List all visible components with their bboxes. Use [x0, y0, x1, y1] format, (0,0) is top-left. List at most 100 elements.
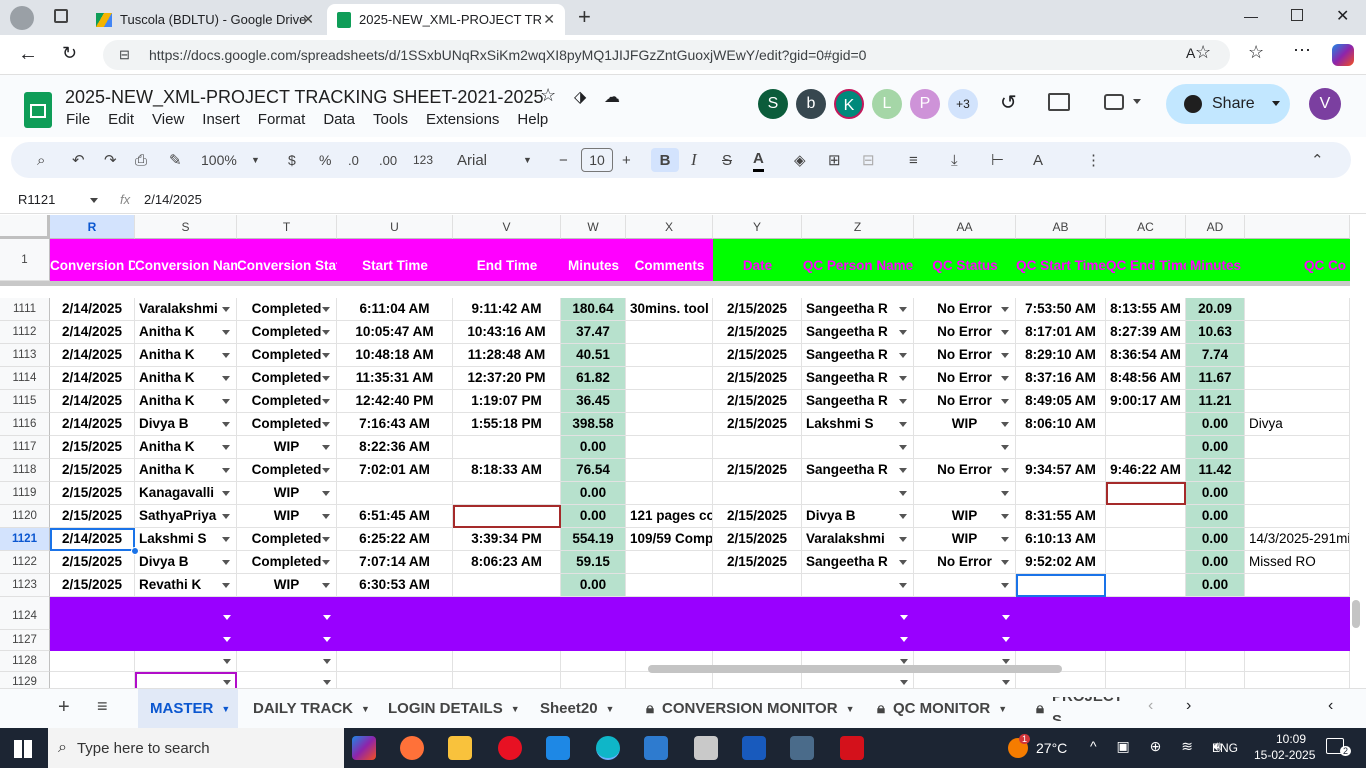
- dropdown-chip-icon[interactable]: [322, 468, 330, 473]
- table-cell[interactable]: 11:35:31 AM: [337, 367, 453, 390]
- dropdown-chip-icon[interactable]: [899, 514, 907, 519]
- table-cell[interactable]: [1106, 551, 1186, 574]
- text-color-icon[interactable]: A: [753, 148, 764, 172]
- increase-decimal[interactable]: .00: [379, 148, 397, 172]
- table-cell[interactable]: 1:19:07 PM: [453, 390, 561, 413]
- row-number[interactable]: 1116: [0, 413, 50, 436]
- dropdown-chip-icon[interactable]: [223, 680, 231, 685]
- table-cell[interactable]: 8:31:55 AM: [1016, 505, 1106, 528]
- table-cell[interactable]: 0.00: [561, 436, 626, 459]
- table-cell[interactable]: Kanagavalli: [135, 482, 237, 505]
- table-cell[interactable]: 11.67: [1186, 367, 1245, 390]
- table-cell[interactable]: [713, 436, 802, 459]
- table-cell[interactable]: 2/15/2025: [50, 482, 135, 505]
- table-cell[interactable]: 6:11:04 AM: [337, 298, 453, 321]
- sheet-tab-master[interactable]: MASTER ▼: [138, 689, 238, 729]
- table-cell[interactable]: 7:53:50 AM: [1016, 298, 1106, 321]
- row-number[interactable]: 1117: [0, 436, 50, 459]
- column-header[interactable]: AA: [914, 215, 1016, 239]
- table-cell[interactable]: [337, 482, 453, 505]
- table-cell[interactable]: 2/15/2025: [50, 551, 135, 574]
- table-cell[interactable]: Completed: [237, 413, 337, 436]
- table-cell[interactable]: 2/15/2025: [713, 298, 802, 321]
- row-number[interactable]: 1115: [0, 390, 50, 413]
- table-cell[interactable]: Completed: [237, 528, 337, 551]
- dropdown-chip-icon[interactable]: [899, 422, 907, 427]
- table-cell[interactable]: WIP: [237, 505, 337, 528]
- table-cell[interactable]: 2/15/2025: [713, 321, 802, 344]
- table-cell[interactable]: No Error: [914, 367, 1016, 390]
- table-cell[interactable]: 0.00: [1186, 436, 1245, 459]
- dropdown-chip-icon[interactable]: [323, 680, 331, 685]
- table-cell[interactable]: Sangeetha R: [802, 321, 914, 344]
- zoom-select[interactable]: 100%: [201, 148, 237, 172]
- user-avatar[interactable]: V: [1309, 88, 1341, 120]
- taskbar-search[interactable]: ⌕ Type here to search: [48, 728, 344, 768]
- dropdown-chip-icon[interactable]: [322, 330, 330, 335]
- avatar-b[interactable]: b: [796, 89, 826, 119]
- weather-temp[interactable]: 27°C: [1036, 740, 1067, 756]
- italic-icon[interactable]: I: [691, 148, 697, 172]
- dropdown-chip-icon[interactable]: [1001, 353, 1009, 358]
- dropdown-chip-icon[interactable]: [899, 376, 907, 381]
- table-cell[interactable]: 0.00: [1186, 528, 1245, 551]
- table-cell[interactable]: [1245, 321, 1350, 344]
- column-header[interactable]: X: [626, 215, 713, 239]
- meet-dropdown-icon[interactable]: [1133, 99, 1141, 104]
- menu-help[interactable]: Help: [517, 111, 548, 128]
- collapse-menus-icon[interactable]: ⌃: [1311, 148, 1324, 172]
- table-cell[interactable]: 9:52:02 AM: [1016, 551, 1106, 574]
- read-aloud-icon[interactable]: A: [1186, 45, 1195, 61]
- dropdown-chip-icon[interactable]: [222, 399, 230, 404]
- table-cell[interactable]: Sangeetha R: [802, 390, 914, 413]
- dropdown-chip-icon[interactable]: [900, 680, 908, 685]
- sheet-tab-project[interactable]: 🔒︎PROJECT S: [1036, 697, 1132, 721]
- table-cell[interactable]: 8:36:54 AM: [1106, 344, 1186, 367]
- dropdown-chip-icon[interactable]: [322, 583, 330, 588]
- table-cell[interactable]: Lakshmi S: [135, 528, 237, 551]
- dropdown-chip-icon[interactable]: [222, 422, 230, 427]
- dropdown-chip-icon[interactable]: [1001, 422, 1009, 427]
- table-cell[interactable]: [802, 436, 914, 459]
- table-cell[interactable]: [453, 651, 561, 672]
- table-cell[interactable]: 7.74: [1186, 344, 1245, 367]
- table-cell[interactable]: 76.54: [561, 459, 626, 482]
- table-cell[interactable]: [914, 574, 1016, 597]
- table-cell[interactable]: [453, 436, 561, 459]
- table-cell[interactable]: [135, 651, 237, 672]
- table-cell[interactable]: [713, 482, 802, 505]
- dropdown-chip-icon[interactable]: [222, 376, 230, 381]
- table-cell[interactable]: Divya: [1245, 413, 1350, 436]
- table-cell[interactable]: [453, 482, 561, 505]
- table-cell[interactable]: 2/14/2025: [50, 367, 135, 390]
- table-cell[interactable]: [1106, 574, 1186, 597]
- name-box-dropdown-icon[interactable]: [90, 198, 98, 203]
- table-cell[interactable]: WIP: [914, 505, 1016, 528]
- column-header[interactable]: [1245, 215, 1350, 239]
- dropdown-chip-icon[interactable]: [322, 445, 330, 450]
- row-number[interactable]: 1114: [0, 367, 50, 390]
- font-size-increase-icon[interactable]: +: [622, 148, 631, 172]
- table-cell[interactable]: 0.00: [561, 574, 626, 597]
- side-panel-toggle-icon[interactable]: ‹: [1328, 697, 1333, 715]
- table-cell[interactable]: 2/15/2025: [50, 505, 135, 528]
- dropdown-chip-icon[interactable]: [1001, 560, 1009, 565]
- table-cell[interactable]: [1245, 505, 1350, 528]
- name-box[interactable]: R1121: [18, 192, 55, 207]
- table-cell[interactable]: [914, 482, 1016, 505]
- strikethrough-icon[interactable]: S: [722, 148, 732, 172]
- dropdown-chip-icon[interactable]: [1001, 537, 1009, 542]
- table-cell[interactable]: 2/15/2025: [713, 413, 802, 436]
- more-collaborators[interactable]: +3: [948, 89, 978, 119]
- tab-menu-icon[interactable]: ▼: [606, 697, 615, 721]
- active-cell-selection[interactable]: [50, 528, 135, 551]
- table-cell[interactable]: Sangeetha R: [802, 551, 914, 574]
- avatar-p[interactable]: P: [910, 89, 940, 119]
- table-cell[interactable]: 8:06:10 AM: [1016, 413, 1106, 436]
- table-cell[interactable]: Anitha K: [135, 344, 237, 367]
- dropdown-chip-icon[interactable]: [222, 491, 230, 496]
- more-options-icon[interactable]: ⋮: [1086, 148, 1101, 172]
- cloud-status-icon[interactable]: ☁: [604, 87, 620, 107]
- table-cell[interactable]: 2/15/2025: [50, 459, 135, 482]
- table-cell[interactable]: 9:00:17 AM: [1106, 390, 1186, 413]
